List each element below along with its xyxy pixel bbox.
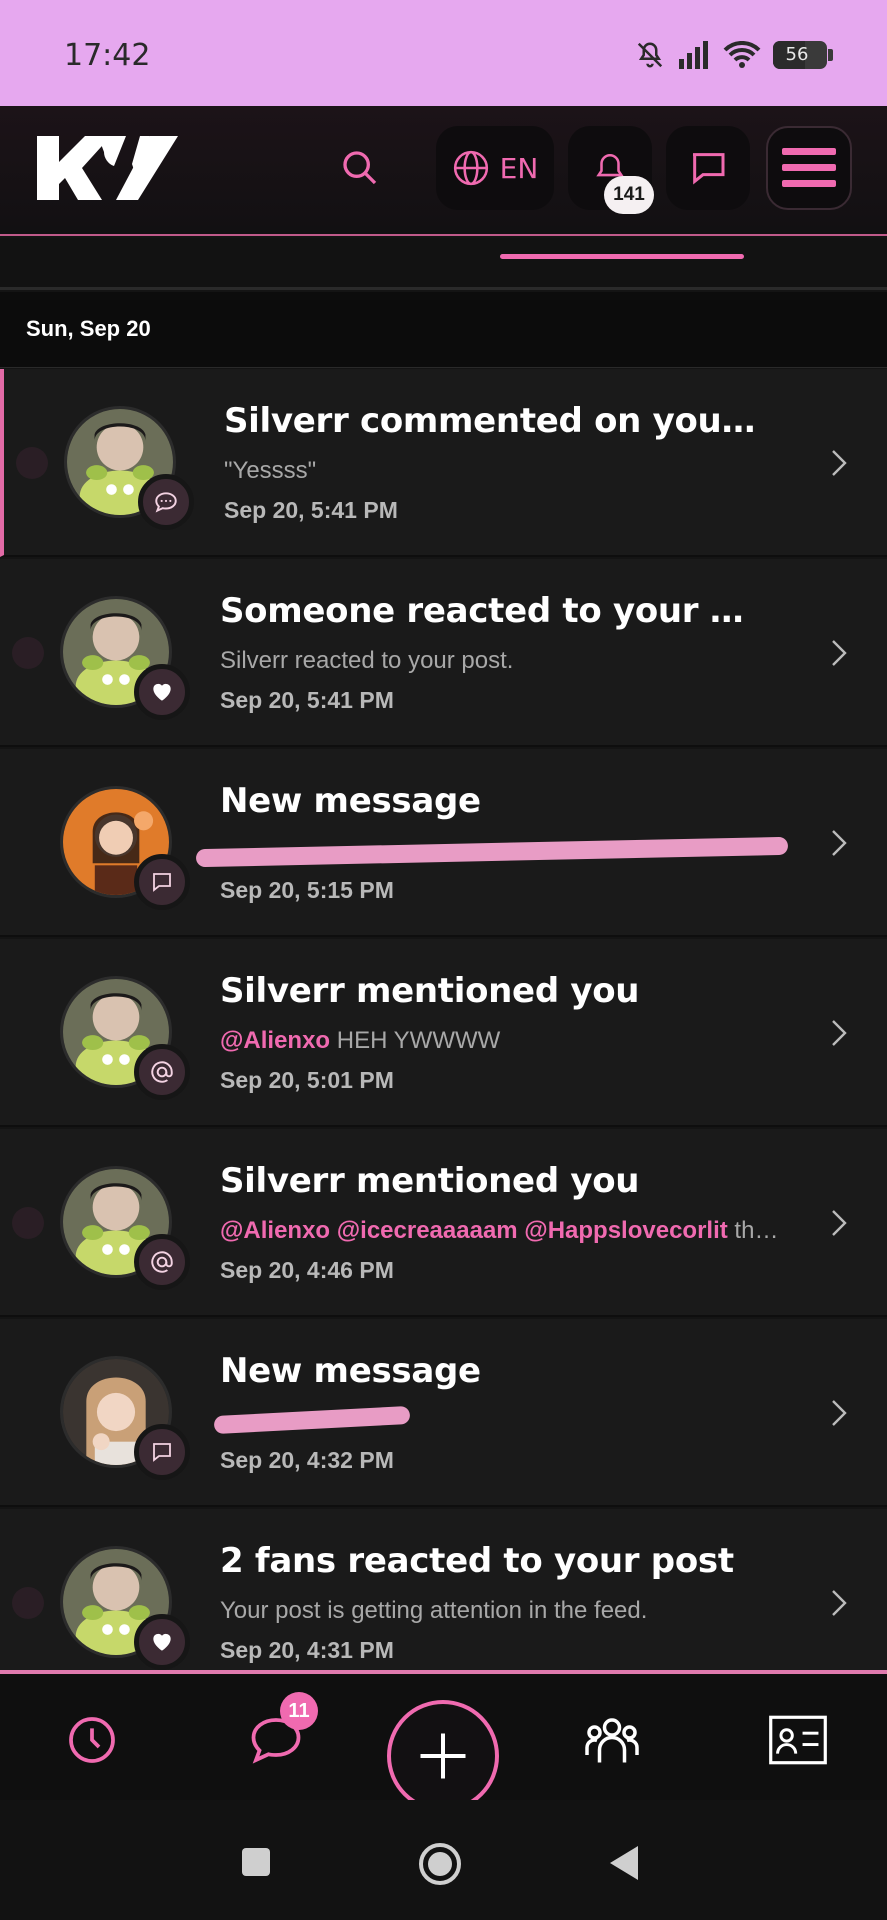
status-bar: 17:42 56 [0,0,887,106]
status-time: 17:42 [64,38,151,73]
heart-icon [153,1633,171,1651]
globe-icon [453,150,488,186]
unread-indicator [16,447,48,479]
notification-count-badge: 141 [604,176,654,214]
redaction-mark [213,1405,411,1435]
notification-title: Silverr mentioned you [220,1161,640,1201]
chevron-right-icon [832,830,847,856]
nav-community-button[interactable] [574,1702,650,1778]
notification-type-badge [134,854,190,910]
language-label: EN [499,151,539,185]
notification-item[interactable]: New message Sep 20, 4:32 PM [0,1319,887,1507]
bottom-navigation: 11 [0,1670,887,1812]
at-icon [151,1251,173,1273]
notification-item[interactable]: 2 fans reacted to your post Your post is… [0,1509,887,1697]
notification-title: New message [220,1351,481,1391]
id-card-icon [769,1715,827,1765]
date-section-header: Sun, Sep 20 [0,292,887,368]
notification-title: New message [220,781,481,821]
chat-icon [693,153,725,185]
notifications-button[interactable]: 141 [568,126,654,214]
search-button[interactable] [320,126,400,210]
notification-item[interactable]: Someone reacted to your post Silverr rea… [0,559,887,747]
back-icon[interactable] [608,1844,640,1882]
message-icon [153,1443,171,1462]
create-post-button[interactable] [387,1700,499,1812]
chevron-right-icon [832,640,847,666]
chevron-right-icon [832,1590,847,1616]
clock-icon [69,1717,115,1763]
notification-body: Your post is getting attention in the fe… [220,1597,648,1624]
search-icon [343,151,377,185]
active-tab-indicator [500,254,744,259]
system-icons: 56 [635,40,833,70]
system-navigation-bar [0,1800,887,1920]
at-icon [151,1061,173,1083]
message-icon [153,873,171,892]
signal-icon [679,41,708,69]
comment-icon [155,492,177,513]
notification-type-badge [134,1614,190,1670]
notification-item[interactable]: New message Sep 20, 5:15 PM [0,749,887,937]
date-label: Sun, Sep 20 [26,316,151,341]
notification-type-badge [134,1234,190,1290]
unread-indicator [12,1207,44,1239]
notification-type-badge [138,474,194,530]
app-logo[interactable] [32,128,197,208]
notification-body-text: HEH YWWWW [330,1027,501,1054]
notification-time: Sep 20, 5:01 PM [220,1067,394,1093]
tabs-strip [0,238,887,290]
redaction-mark [195,836,789,868]
notification-body-text: they r ... [734,1217,780,1244]
notification-item[interactable]: Silverr commented on your p... "Yessss" … [0,369,887,557]
heart-icon [153,683,171,701]
language-button[interactable]: EN [436,126,554,210]
nav-messages-button[interactable]: 11 [238,1692,318,1778]
recents-icon[interactable] [240,1846,272,1878]
nav-history-button[interactable] [54,1702,130,1778]
notification-type-badge [134,1044,190,1100]
plus-icon [420,1733,466,1779]
nav-profile-button[interactable] [760,1702,836,1778]
notification-body: @Alienxo HEH YWWWW [220,1027,780,1055]
chat-button[interactable] [666,126,750,210]
battery-icon: 56 [773,41,833,69]
unread-indicator [12,637,44,669]
mention-link[interactable]: @Alienxo @icecreaaaaam @Happslovecorlit [220,1217,728,1244]
notification-body: @Alienxo @icecreaaaaam @Happslovecorlit … [220,1217,780,1245]
battery-level: 56 [785,44,809,65]
people-icon [585,1718,639,1763]
chevron-right-icon [832,1400,847,1426]
mute-icon [637,42,663,68]
app-header: EN 141 [0,106,887,236]
notification-body: "Yessss" [224,457,317,484]
notification-item[interactable]: Silverr mentioned you @Alienxo @icecreaa… [0,1129,887,1317]
notification-title: Someone reacted to your post [220,591,760,631]
notification-time: Sep 20, 5:15 PM [220,877,394,903]
notification-type-badge [134,664,190,720]
menu-button[interactable] [766,126,852,210]
messages-count-badge: 11 [280,1692,318,1730]
notification-time: Sep 20, 5:41 PM [224,497,398,523]
mention-link[interactable]: @Alienxo [220,1027,330,1054]
notification-time: Sep 20, 4:31 PM [220,1637,394,1663]
chevron-right-icon [832,1210,847,1236]
notification-item[interactable]: Silverr mentioned you @Alienxo HEH YWWWW… [0,939,887,1127]
notification-type-badge [134,1424,190,1480]
chevron-right-icon [832,1020,847,1046]
notification-title: Silverr commented on your p... [224,401,764,441]
hamburger-icon [782,148,836,187]
unread-indicator [12,1587,44,1619]
notification-time: Sep 20, 5:41 PM [220,687,394,713]
home-icon[interactable] [418,1842,462,1886]
notification-body: Silverr reacted to your post. [220,647,514,674]
notification-time: Sep 20, 4:32 PM [220,1447,394,1473]
notification-title: 2 fans reacted to your post [220,1541,734,1581]
wifi-icon [723,41,761,68]
chevron-right-icon [832,450,847,476]
notification-time: Sep 20, 4:46 PM [220,1257,394,1283]
notification-title: Silverr mentioned you [220,971,640,1011]
